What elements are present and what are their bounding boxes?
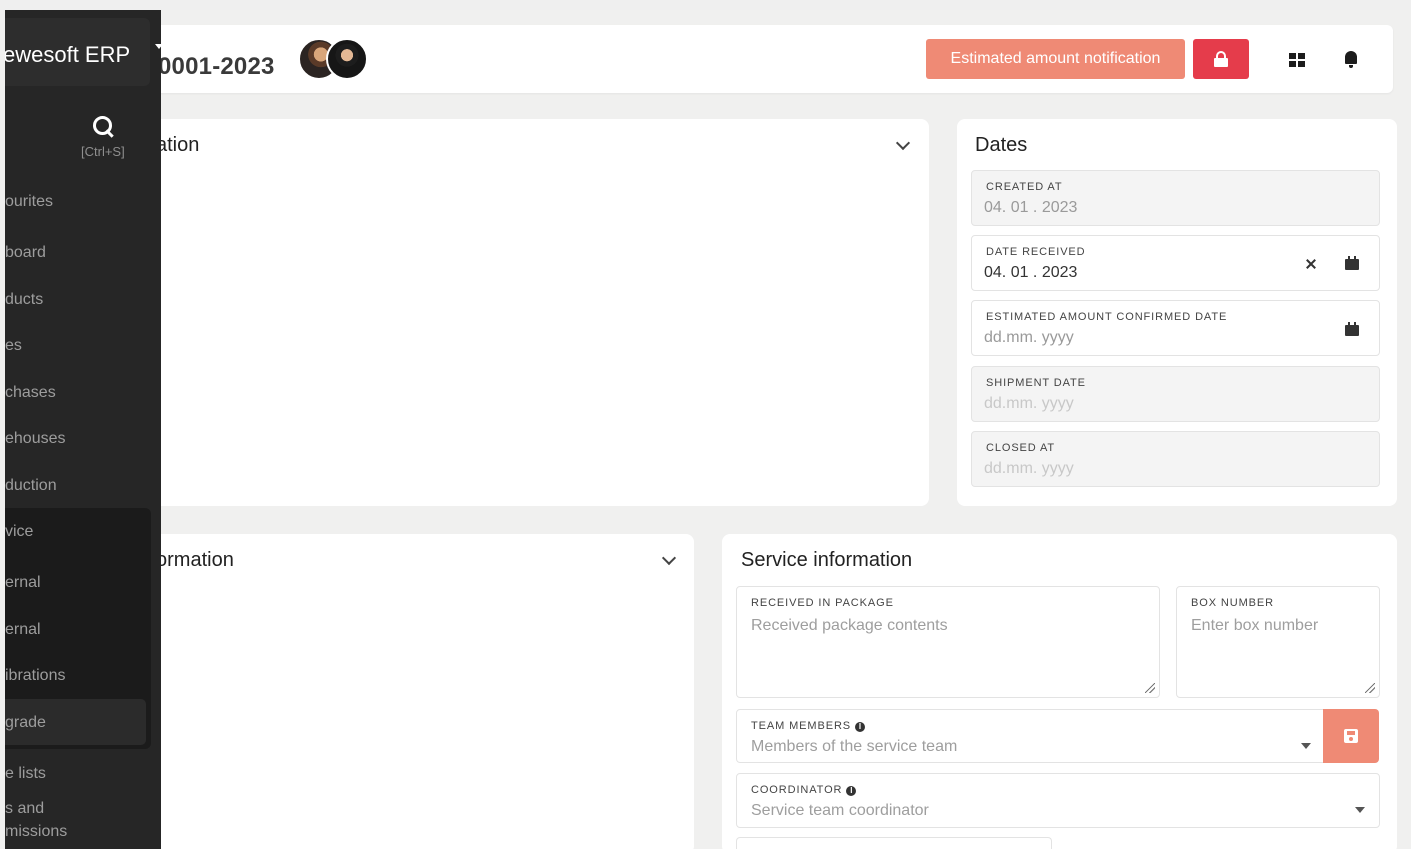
card-title: ormation <box>156 549 234 571</box>
chevron-down-icon[interactable] <box>895 135 911 151</box>
estimated-amount-notification-button[interactable]: Estimated amount notification <box>926 39 1185 79</box>
resize-handle[interactable] <box>1365 683 1375 693</box>
field-label: CREATED AT <box>986 181 1063 193</box>
bell-icon[interactable] <box>1343 51 1359 69</box>
sidebar-item-upgrade[interactable]: grade <box>5 714 46 732</box>
calendar-icon[interactable] <box>1345 322 1359 336</box>
clear-icon[interactable] <box>1306 259 1316 269</box>
field-label: SHIPMENT DATE <box>986 377 1086 389</box>
avatar[interactable] <box>326 38 368 80</box>
sidebar-item-calibrations[interactable]: ibrations <box>5 667 65 685</box>
sidebar-item-dashboard[interactable]: board <box>5 244 46 262</box>
sidebar-item-internal[interactable]: ernal <box>5 574 41 592</box>
shipment-date-field: SHIPMENT DATE dd.mm. yyyy <box>971 366 1380 422</box>
field-label-text: TEAM MEMBERS <box>751 720 852 732</box>
team-members-select[interactable]: Members of the service team <box>751 738 957 756</box>
field-label: CLOSED AT <box>986 442 1056 454</box>
card-title: ation <box>156 134 200 156</box>
coordinator-field[interactable]: COORDINATOR i Service team coordinator <box>736 773 1380 828</box>
info-icon: i <box>855 722 866 732</box>
chevron-down-icon[interactable] <box>1355 807 1365 813</box>
field-value[interactable]: dd.mm. yyyy <box>984 329 1074 347</box>
sidebar-item-sales[interactable]: es <box>5 337 22 355</box>
info-icon: i <box>846 786 857 796</box>
field-label: ESTIMATED AMOUNT CONFIRMED DATE <box>986 311 1228 323</box>
sidebar: ewesoft ERP [Ctrl+S] ourites board ducts… <box>5 10 161 849</box>
coordinator-select[interactable]: Service team coordinator <box>751 802 929 820</box>
brand-switcher[interactable]: ewesoft ERP <box>5 18 150 86</box>
information-card-2: ormation <box>130 534 694 849</box>
sidebar-item-products[interactable]: ducts <box>5 291 43 309</box>
closed-at-field: CLOSED AT dd.mm. yyyy <box>971 431 1380 487</box>
card-title: Dates <box>975 134 1028 156</box>
field-value[interactable]: 04. 01 . 2023 <box>984 264 1077 282</box>
created-at-field: CREATED AT 04. 01 . 2023 <box>971 170 1380 226</box>
date-received-field[interactable]: DATE RECEIVED 04. 01 . 2023 <box>971 235 1380 291</box>
search-shortcut: [Ctrl+S] <box>81 144 125 159</box>
sidebar-item-price-lists[interactable]: e lists <box>5 765 46 783</box>
field-label: BOX NUMBER <box>1191 597 1274 609</box>
resize-handle[interactable] <box>1145 683 1155 693</box>
sidebar-item-service[interactable]: vice <box>5 523 33 541</box>
card-title: Service information <box>741 549 913 571</box>
chevron-down-icon[interactable] <box>661 550 677 566</box>
field-value: dd.mm. yyyy <box>984 460 1074 477</box>
service-information-card: Service information RECEIVED IN PACKAGE … <box>722 534 1397 849</box>
lock-icon <box>1214 51 1228 67</box>
information-card: ation <box>130 119 929 506</box>
chevron-down-icon[interactable] <box>1301 743 1311 749</box>
received-in-package-field[interactable]: RECEIVED IN PACKAGE Received package con… <box>736 586 1160 698</box>
save-button[interactable] <box>1323 709 1379 763</box>
field-label: COORDINATOR i <box>751 784 857 796</box>
grid-icon[interactable] <box>1289 53 1305 67</box>
search-icon[interactable] <box>93 116 115 138</box>
field-value: 04. 01 . 2023 <box>984 199 1078 216</box>
box-number-field[interactable]: BOX NUMBER Enter box number <box>1176 586 1380 698</box>
page-title: 0001-2023 <box>158 53 275 80</box>
lock-button[interactable] <box>1193 39 1249 79</box>
dates-card: Dates CREATED AT 04. 01 . 2023 DATE RECE… <box>957 119 1397 506</box>
sidebar-item-production[interactable]: duction <box>5 477 57 495</box>
sidebar-item-purchases[interactable]: chases <box>5 384 56 402</box>
package-contents-input[interactable]: Received package contents <box>751 617 948 635</box>
calendar-icon[interactable] <box>1345 256 1359 270</box>
box-number-input[interactable]: Enter box number <box>1191 617 1318 635</box>
avatar-group <box>298 38 370 80</box>
sidebar-item-favourites[interactable]: ourites <box>5 193 53 211</box>
field-value: dd.mm. yyyy <box>984 395 1074 412</box>
field-label-text: COORDINATOR <box>751 784 843 796</box>
brand-name: ewesoft ERP <box>5 42 131 67</box>
sidebar-item-external[interactable]: ernal <box>5 621 41 639</box>
chevron-down-icon[interactable] <box>155 44 161 49</box>
estimated-amount-confirmed-date-field[interactable]: ESTIMATED AMOUNT CONFIRMED DATE dd.mm. y… <box>971 300 1380 356</box>
field-label: TEAM MEMBERS i <box>751 720 866 732</box>
next-field[interactable] <box>736 837 1052 849</box>
field-label: RECEIVED IN PACKAGE <box>751 597 894 609</box>
page-header: 0001-2023 Estimated amount notification <box>130 25 1393 93</box>
sidebar-item-users-and-permissions-line2[interactable]: missions <box>5 823 67 841</box>
save-icon <box>1344 729 1358 743</box>
team-members-field[interactable]: TEAM MEMBERS i Members of the service tea… <box>736 709 1326 763</box>
field-label: DATE RECEIVED <box>986 246 1086 258</box>
sidebar-item-users-and-permissions[interactable]: s and <box>5 800 44 818</box>
sidebar-item-warehouses[interactable]: ehouses <box>5 430 66 448</box>
